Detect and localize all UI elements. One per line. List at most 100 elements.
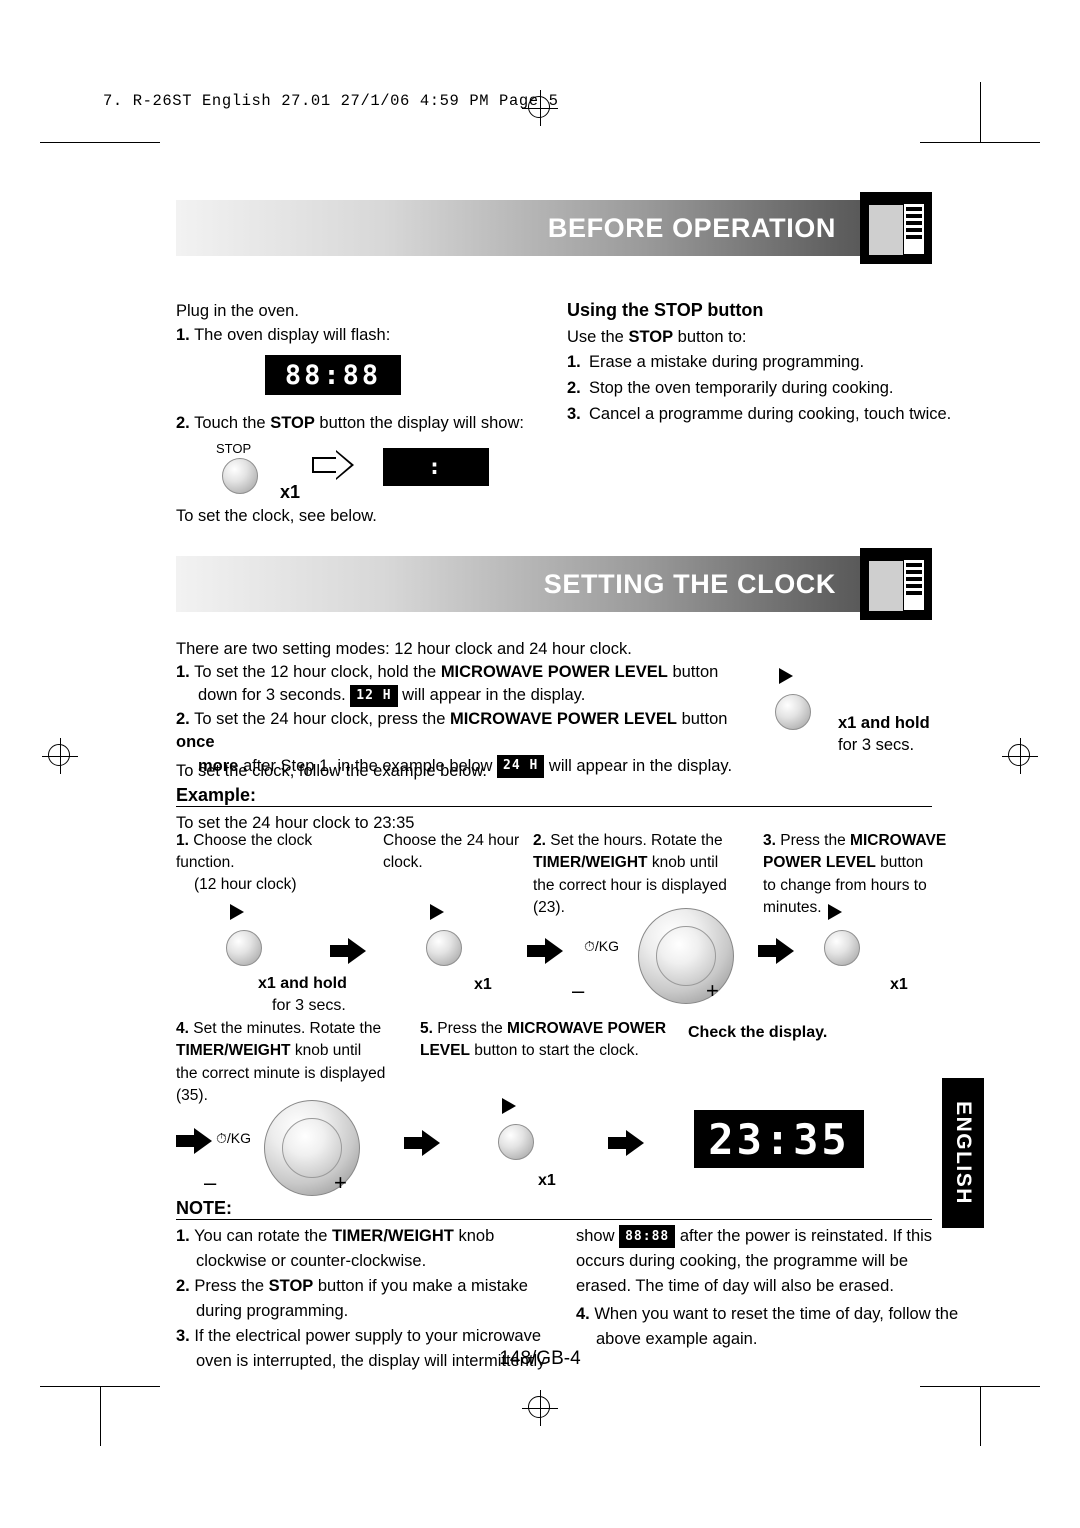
clock-kg-icon: ⏱	[584, 938, 595, 954]
set-clock-see-below: To set the clock, see below.	[176, 507, 377, 525]
note-item-2-c: button if you make a mistake	[313, 1277, 528, 1295]
example-step-3-number: 3.	[763, 832, 776, 849]
note-item-4-number: 4.	[576, 1305, 590, 1323]
page-number: 148/GB-4	[499, 1348, 581, 1369]
step2-row: 2. Touch the STOP button the display wil…	[176, 412, 524, 435]
right-arrow-outline-1	[312, 450, 356, 480]
example-step-2-l3: the correct hour is displayed	[533, 876, 727, 894]
clock-step-2-a: To set the 24 hour clock, press the	[194, 710, 450, 728]
plug-in-text: Plug in the oven.	[176, 302, 299, 320]
example-step-1-sub: (12 hour clock)	[194, 876, 297, 893]
crop-mark-top-right-v	[980, 82, 981, 142]
using-stop-heading-a: Using the	[567, 300, 655, 320]
display-flashing-8888: 88:88	[265, 355, 401, 395]
registration-mark-left	[42, 738, 78, 774]
list-item-number: 1.	[567, 353, 581, 371]
timer-weight-knob-hours[interactable]	[638, 908, 734, 1004]
list-item-label: Erase a mistake during programming.	[589, 353, 865, 371]
triangle-marker-0	[779, 668, 793, 684]
black-arrow-6	[608, 1130, 644, 1156]
example-step-4-l2r: knob until	[290, 1042, 362, 1060]
example-step-3-l3: to change from hours to	[763, 876, 927, 894]
example-step-5-l1b: MICROWAVE POWER	[507, 1020, 667, 1037]
example-step-2-l4: (23).	[533, 899, 565, 917]
section-header-before-operation: BEFORE OPERATION	[176, 192, 932, 264]
timer-weight-keyword-2: TIMER/WEIGHT	[176, 1042, 291, 1060]
crop-mark-bottom-right-v	[980, 1386, 981, 1446]
clock-step-1-e: will appear in the display.	[397, 686, 586, 705]
stop-keyword-3: STOP	[268, 1277, 314, 1295]
black-arrow-3	[758, 938, 794, 964]
knob-minus-hours: –	[572, 978, 585, 1003]
example-step-5-number: 5.	[420, 1020, 433, 1037]
clock-kg-icon-2: ⏱	[216, 1130, 227, 1146]
note-item-3-cont-l2: occurs during cooking, the programme wil…	[576, 1251, 908, 1270]
example-step-3-l2b: POWER LEVEL	[763, 854, 876, 872]
press-count-step5: x1	[538, 1172, 556, 1189]
example-step-1b: Choose the 24 hour clock.	[383, 830, 533, 874]
note-item-1-number: 1.	[176, 1227, 190, 1245]
knob-label-hours: ⏱/KG	[584, 938, 619, 955]
example-step-2-l1: Set the hours. Rotate the	[550, 832, 723, 849]
clock-step-1-d: down for 3 seconds.	[198, 686, 351, 705]
clock-step-1-c: button	[667, 663, 719, 681]
oven-icon	[860, 192, 932, 264]
knob-minus-minutes: –	[204, 1170, 217, 1195]
example-step-5-l1a: Press the	[437, 1020, 508, 1037]
example-step-4-l4: (35).	[176, 1087, 208, 1105]
language-tab-label: ENGLISH	[952, 1101, 975, 1205]
microwave-power-level-button-start[interactable]	[498, 1124, 534, 1160]
note-title: NOTE:	[176, 1198, 232, 1218]
display-result-2335: 23:35	[694, 1110, 864, 1168]
note-item-3-show-a: show	[576, 1227, 620, 1245]
example-underline	[176, 806, 932, 807]
clock-step-2-c: button	[677, 710, 728, 728]
example-step-5-l2r: button to start the clock.	[469, 1042, 639, 1060]
mwpl-keyword-1: MICROWAVE POWER LEVEL	[440, 663, 668, 681]
black-arrow-5	[404, 1130, 440, 1156]
stop-usage-list: 1. Erase a mistake during programming. 2.…	[567, 350, 967, 427]
microwave-power-level-button-hold[interactable]	[775, 694, 811, 730]
note-item-1-c: knob	[453, 1227, 495, 1245]
clock-modes-intro: There are two setting modes: 12 hour clo…	[176, 640, 632, 658]
press-hold-note-a: x1 and hold	[258, 975, 347, 992]
print-slug: 7. R-26ST English 27.01 27/1/06 4:59 PM …	[103, 92, 559, 110]
clock-step-2-once: once	[176, 733, 215, 752]
stop-keyword-2: STOP	[628, 328, 674, 346]
check-the-display-label: Check the display.	[688, 1024, 828, 1041]
note-item-2: 2. Press the STOP button if you make a m…	[176, 1274, 556, 1324]
list-item-number: 2.	[567, 378, 581, 397]
step2-text-c: button the display will show:	[314, 414, 524, 432]
black-arrow-1	[330, 938, 366, 964]
list-item-label: Cancel a programme during cooking, touch…	[589, 404, 952, 423]
use-stop-intro-c: button to:	[673, 328, 747, 346]
step1-number: 1.	[176, 326, 190, 344]
example-step-4-l3: the correct minute is displayed	[176, 1064, 386, 1082]
stop-button-label: STOP	[216, 441, 252, 456]
example-step-4-l1: Set the minutes. Rotate the	[193, 1020, 382, 1037]
microwave-power-level-button-step3[interactable]	[824, 930, 860, 966]
timer-weight-keyword-3: TIMER/WEIGHT	[331, 1227, 454, 1245]
list-item: 1. Erase a mistake during programming.	[567, 350, 967, 375]
example-label: Example:	[176, 785, 257, 805]
knob-plus-hours: +	[706, 978, 719, 1003]
example-step-2: 2. Set the hours. Rotate the TIMER/WEIGH…	[533, 830, 748, 920]
knob-label-minutes: ⏱/KG	[216, 1130, 251, 1147]
lcd-tag-24h: 24 H	[497, 755, 545, 778]
use-stop-intro-a: Use the	[567, 328, 629, 346]
clock-step-1-a: To set the 12 hour clock, hold the	[194, 663, 441, 681]
using-stop-heading: Using the STOP button	[567, 298, 763, 324]
lcd-tag-12h: 12 H	[350, 684, 398, 708]
note-item-2-number: 2.	[176, 1277, 190, 1295]
triangle-marker-4	[502, 1098, 516, 1114]
list-item: 3. Cancel a programme during cooking, tou…	[567, 402, 967, 427]
stop-button[interactable]	[222, 458, 258, 494]
black-arrow-2	[527, 938, 563, 964]
registration-mark-bottom	[522, 1390, 558, 1426]
note-item-3-l1: If the electrical power supply to your m…	[194, 1327, 542, 1345]
clock-function-button-2[interactable]	[426, 930, 462, 966]
note-item-4-l1: When you want to reset the time of day, …	[594, 1305, 959, 1323]
clock-function-button[interactable]	[226, 930, 262, 966]
triangle-marker-1	[230, 904, 244, 920]
note-item-3-cont-l3: erased. The time of day will also be era…	[576, 1276, 894, 1295]
